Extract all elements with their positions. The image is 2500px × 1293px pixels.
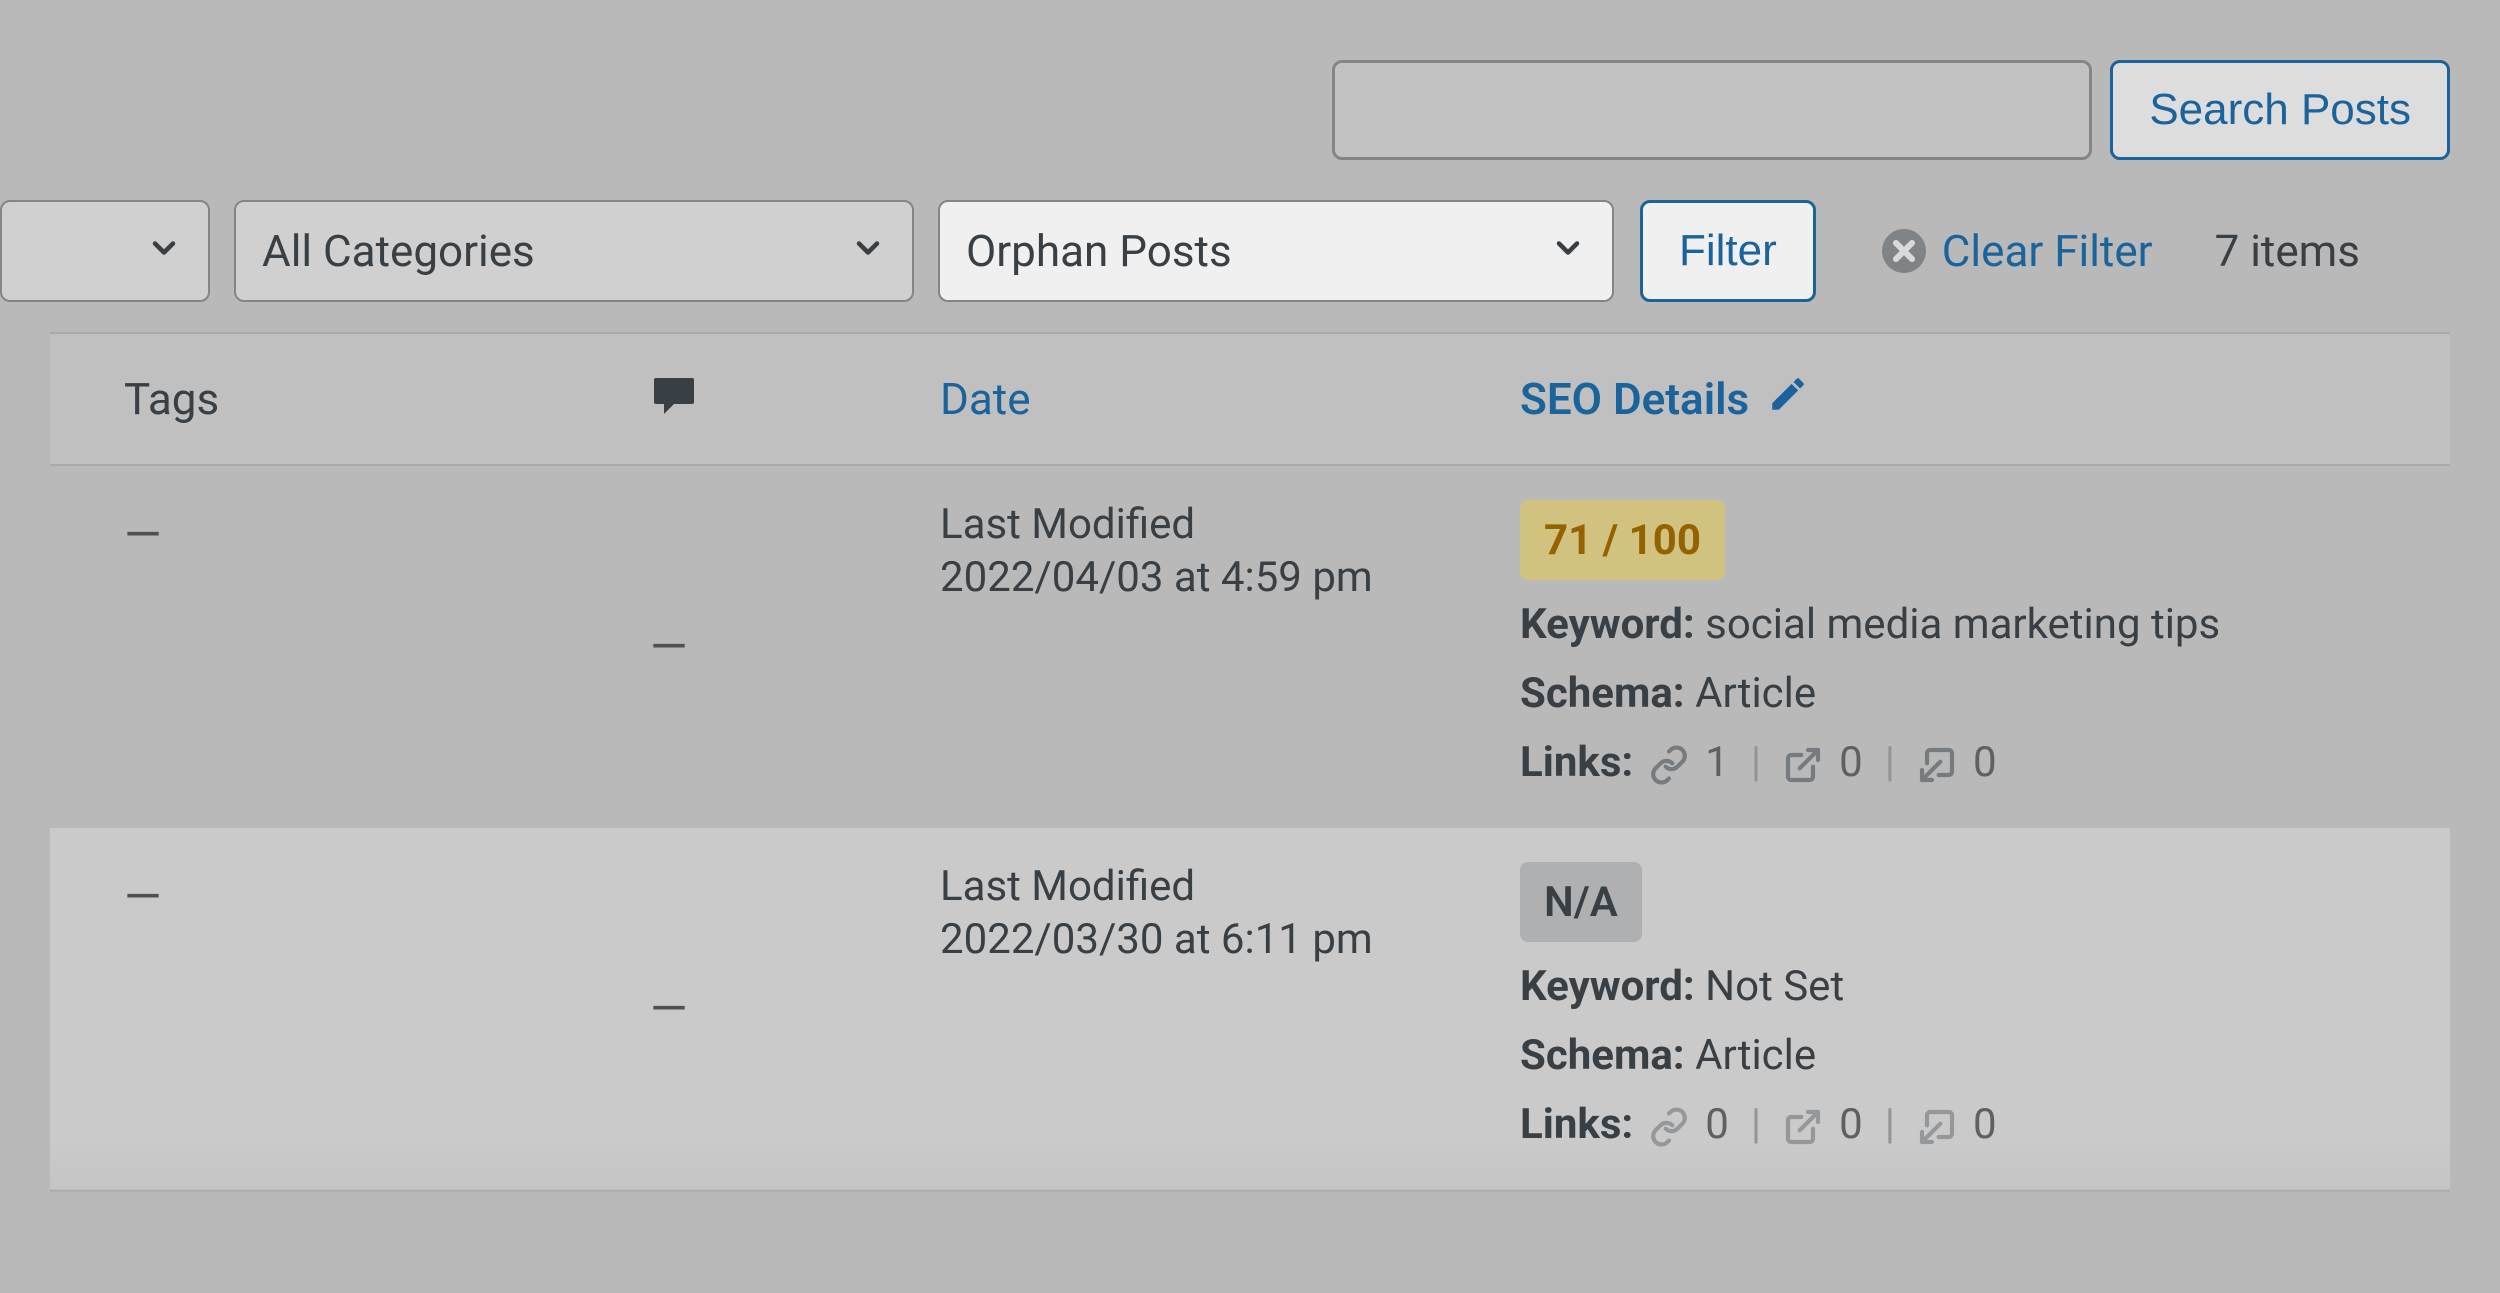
cell-seo: 71 / 100 Keyword: social media marketing… <box>1520 500 2450 787</box>
link-incoming-icon <box>1917 1100 1957 1149</box>
links-label: Links: <box>1520 738 1633 787</box>
cell-comments: — <box>650 862 940 1149</box>
posts-table: Tags Date SEO Details — — <box>50 332 2450 1192</box>
items-count: 7 items <box>2215 225 2360 277</box>
chevron-down-icon <box>146 225 182 277</box>
table-header: Tags Date SEO Details <box>50 334 2450 466</box>
keyword-label: Keyword: <box>1520 600 1695 649</box>
links-internal-count: 0 <box>1705 1100 1729 1149</box>
column-header-comments[interactable] <box>650 370 940 429</box>
seo-score-badge: 71 / 100 <box>1520 500 1725 580</box>
date-value: 2022/04/03 at 4:59 pm <box>940 553 1520 602</box>
link-external-icon <box>1783 1100 1823 1149</box>
links-incoming-count: 0 <box>1973 738 1997 787</box>
links-incoming-count: 0 <box>1973 1100 1997 1149</box>
clear-filter-label: Clear Filter <box>1942 225 2153 277</box>
date-label: Last Modified <box>940 500 1520 549</box>
link-internal-icon <box>1649 1100 1689 1149</box>
column-header-seo-details[interactable]: SEO Details <box>1520 373 2450 426</box>
date-value: 2022/03/30 at 6:11 pm <box>940 915 1520 964</box>
link-external-icon <box>1783 738 1823 787</box>
keyword-value: social media marketing tips <box>1705 600 2220 649</box>
schema-label: Schema: <box>1520 1031 1685 1080</box>
keyword-label: Keyword: <box>1520 962 1695 1011</box>
cell-comments: — <box>650 500 940 787</box>
chevron-down-icon <box>850 225 886 277</box>
search-input[interactable] <box>1332 60 2092 160</box>
table-row: — — Last Modified 2022/03/30 at 6:11 pm … <box>50 828 2450 1190</box>
close-circle-icon <box>1880 227 1928 275</box>
seo-details-label: SEO Details <box>1520 373 1749 425</box>
cell-seo: N/A Keyword: Not Set Schema: Article Lin… <box>1520 862 2450 1149</box>
post-type-select[interactable]: Orphan Posts <box>938 200 1614 302</box>
keyword-value: Not Set <box>1705 962 1844 1011</box>
post-type-select-label: Orphan Posts <box>966 225 1232 277</box>
chevron-down-icon <box>1550 225 1586 277</box>
links-external-count: 0 <box>1839 1100 1863 1149</box>
cell-tags: — <box>50 862 650 1149</box>
date-label: Last Modified <box>940 862 1520 911</box>
schema-value: Article <box>1695 669 1816 718</box>
link-internal-icon <box>1649 738 1689 787</box>
links-external-count: 0 <box>1839 738 1863 787</box>
pencil-icon <box>1767 373 1809 426</box>
cell-date: Last Modified 2022/03/30 at 6:11 pm <box>940 862 1520 1149</box>
cell-tags: — <box>50 500 650 787</box>
clear-filter-button[interactable]: Clear Filter <box>1880 225 2153 277</box>
column-header-tags[interactable]: Tags <box>50 373 650 425</box>
category-select-label: All Categories <box>262 225 535 277</box>
link-incoming-icon <box>1917 738 1957 787</box>
filter-button[interactable]: Filter <box>1640 200 1816 302</box>
links-label: Links: <box>1520 1100 1633 1149</box>
links-internal-count: 1 <box>1705 738 1729 787</box>
search-posts-button[interactable]: Search Posts <box>2110 60 2450 160</box>
bulk-action-select[interactable] <box>0 200 210 302</box>
table-row: — — Last Modified 2022/04/03 at 4:59 pm … <box>50 466 2450 828</box>
comment-icon <box>650 370 698 429</box>
category-select[interactable]: All Categories <box>234 200 914 302</box>
cell-date: Last Modified 2022/04/03 at 4:59 pm <box>940 500 1520 787</box>
column-header-date[interactable]: Date <box>940 373 1520 425</box>
schema-label: Schema: <box>1520 669 1685 718</box>
schema-value: Article <box>1695 1031 1816 1080</box>
seo-score-badge: N/A <box>1520 862 1642 942</box>
